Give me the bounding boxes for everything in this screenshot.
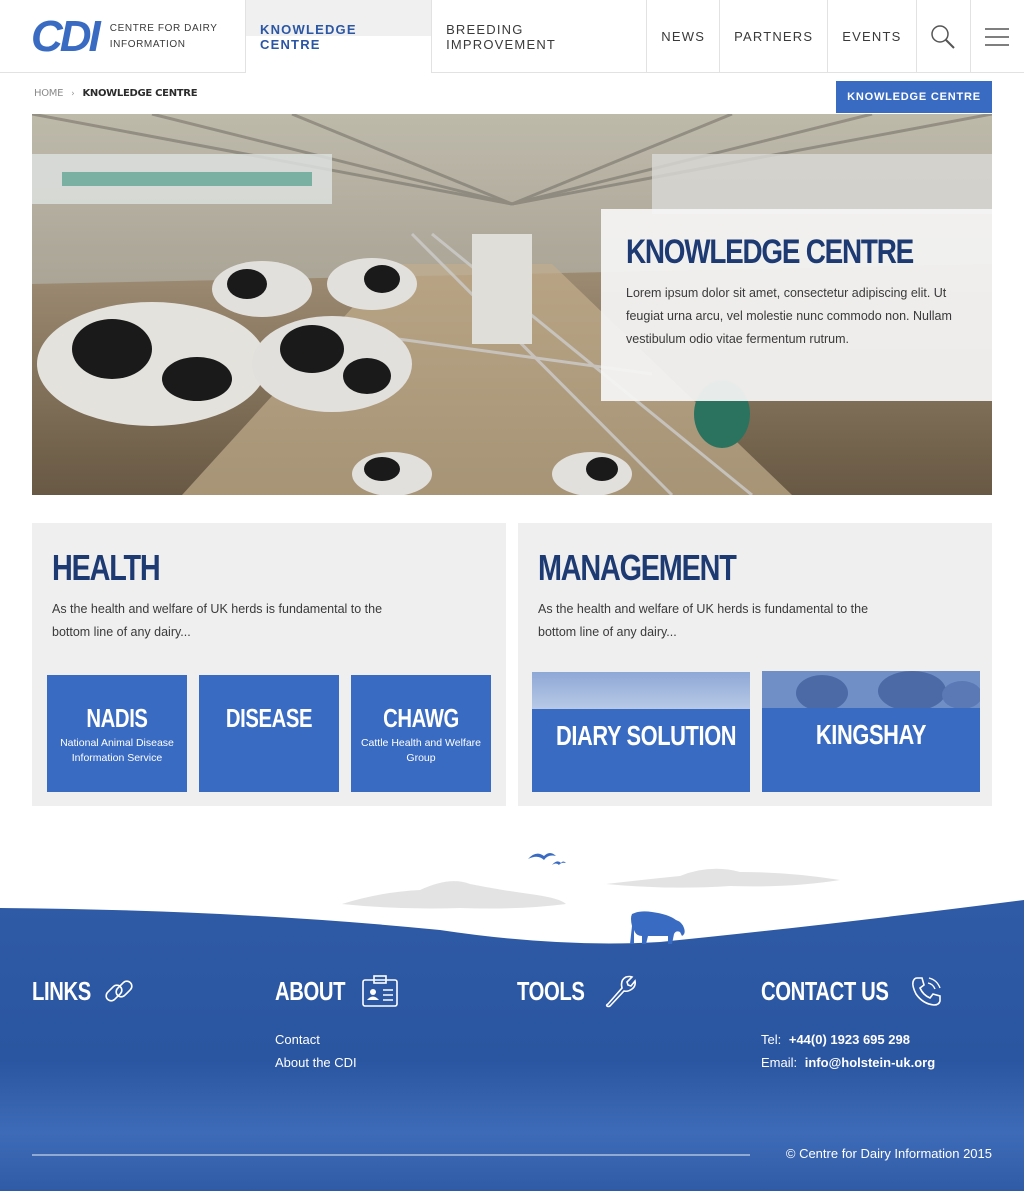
tile-diary-solution[interactable]: Diary Solution <box>532 672 750 792</box>
tile-disease-title: Disease <box>225 703 313 733</box>
nav-breeding-improvement[interactable]: Breeding Improvement <box>431 0 646 73</box>
footer-link-about-cdi[interactable]: About the CDI <box>275 1051 399 1074</box>
tile-diary-solution-title: Diary Solution <box>555 720 737 751</box>
logo-mark: CDI <box>31 12 101 61</box>
footer-contact-details: Tel: +44(0) 1923 695 298 Email: info@hol… <box>761 1028 945 1074</box>
footer-about-heading: About <box>275 974 399 1008</box>
logo-text: Centre for Dairy Information <box>109 23 218 50</box>
health-text: As the health and welfare of UK herds is… <box>52 602 383 639</box>
footer-link-contact[interactable]: Contact <box>275 1028 399 1051</box>
phone-icon <box>911 977 941 1006</box>
copyright-text: © Centre for Dairy Information 2015 <box>785 1146 992 1161</box>
menu-icon <box>985 27 1010 46</box>
footer-contact-column: Contact Us Tel: +44(0) 1923 695 298 Emai… <box>761 974 945 1074</box>
site-header: CDI Centre for Dairy Information Knowled… <box>0 0 1024 73</box>
tile-chawg[interactable]: CHAWG Cattle Health and Welfare Group <box>351 675 491 792</box>
contact-tel-value[interactable]: +44(0) 1923 695 298 <box>789 1032 910 1047</box>
contact-email-line: Email: info@holstein-uk.org <box>761 1051 945 1074</box>
management-panel: Management As the health and welfare of … <box>518 523 992 806</box>
id-card-icon <box>362 975 398 1007</box>
contact-email-value[interactable]: info@holstein-uk.org <box>805 1055 935 1070</box>
tile-nadis-title: NADIS <box>86 703 148 733</box>
nav-news[interactable]: News <box>646 0 719 73</box>
breadcrumb: Home › Knowledge Centre <box>34 88 198 99</box>
footer-links-column: Links <box>32 974 136 1008</box>
cdi-logo[interactable]: CDI Centre for Dairy Information <box>31 12 220 61</box>
footer-links-heading: Links <box>32 974 136 1008</box>
footer-about-links: Contact About the CDI <box>275 1028 399 1074</box>
footer-tools-column: Tools <box>517 974 636 1008</box>
hero-card: Knowledge Centre Lorem ipsum dolor sit a… <box>601 209 992 401</box>
tile-kingshay-title: Kingshay <box>815 719 927 750</box>
breadcrumb-current: Knowledge Centre <box>82 88 198 99</box>
contact-tel-line: Tel: +44(0) 1923 695 298 <box>761 1028 945 1051</box>
footer-tools-heading: Tools <box>517 974 636 1008</box>
footer-about-column: About Contact About the CDI <box>275 974 399 1074</box>
tile-nadis[interactable]: NADIS National Animal Disease Informatio… <box>47 675 187 792</box>
search-icon <box>931 24 955 49</box>
kingshay-photo <box>762 671 980 708</box>
health-panel: Health As the health and welfare of UK h… <box>32 523 506 806</box>
nav-knowledge-centre[interactable]: Knowledge Centre <box>245 0 432 73</box>
management-text: As the health and welfare of UK herds is… <box>538 602 869 639</box>
tile-chawg-sub: Cattle Health and Welfare Group <box>360 737 482 764</box>
tile-disease[interactable]: Disease <box>199 675 339 792</box>
link-icon <box>104 980 133 1002</box>
footer-about-title: About <box>275 975 346 1006</box>
hero-banner: Knowledge Centre Lorem ipsum dolor sit a… <box>32 114 992 495</box>
footer-tools-title: Tools <box>517 975 585 1006</box>
main-nav: Knowledge Centre Breeding Improvement Ne… <box>245 0 1024 73</box>
diary-solution-photo <box>532 672 750 709</box>
tile-chawg-title: CHAWG <box>383 703 459 733</box>
wrench-icon <box>605 975 636 1008</box>
footer-divider <box>32 1154 750 1156</box>
nav-events[interactable]: Events <box>827 0 915 73</box>
footer-contact-heading: Contact Us <box>761 974 945 1008</box>
hero-text: Lorem ipsum dolor sit amet, consectetur … <box>626 286 952 346</box>
contact-email-label: Email: <box>761 1055 798 1070</box>
search-button[interactable] <box>915 0 970 73</box>
menu-button[interactable] <box>969 0 1024 73</box>
health-title: Health <box>52 547 161 588</box>
contact-tel-label: Tel: <box>761 1032 782 1047</box>
tile-kingshay[interactable]: Kingshay <box>762 671 980 792</box>
tile-nadis-sub: National Animal Disease Information Serv… <box>60 737 174 764</box>
footer-links-title: Links <box>32 975 91 1006</box>
breadcrumb-home[interactable]: Home <box>34 88 63 99</box>
management-title: Management <box>538 547 737 588</box>
hero-title: Knowledge Centre <box>626 233 914 271</box>
section-badge: Knowledge Centre <box>836 81 992 113</box>
footer-contact-title: Contact Us <box>761 975 889 1006</box>
chevron-right-icon: › <box>71 88 75 99</box>
nav-partners[interactable]: Partners <box>719 0 827 73</box>
